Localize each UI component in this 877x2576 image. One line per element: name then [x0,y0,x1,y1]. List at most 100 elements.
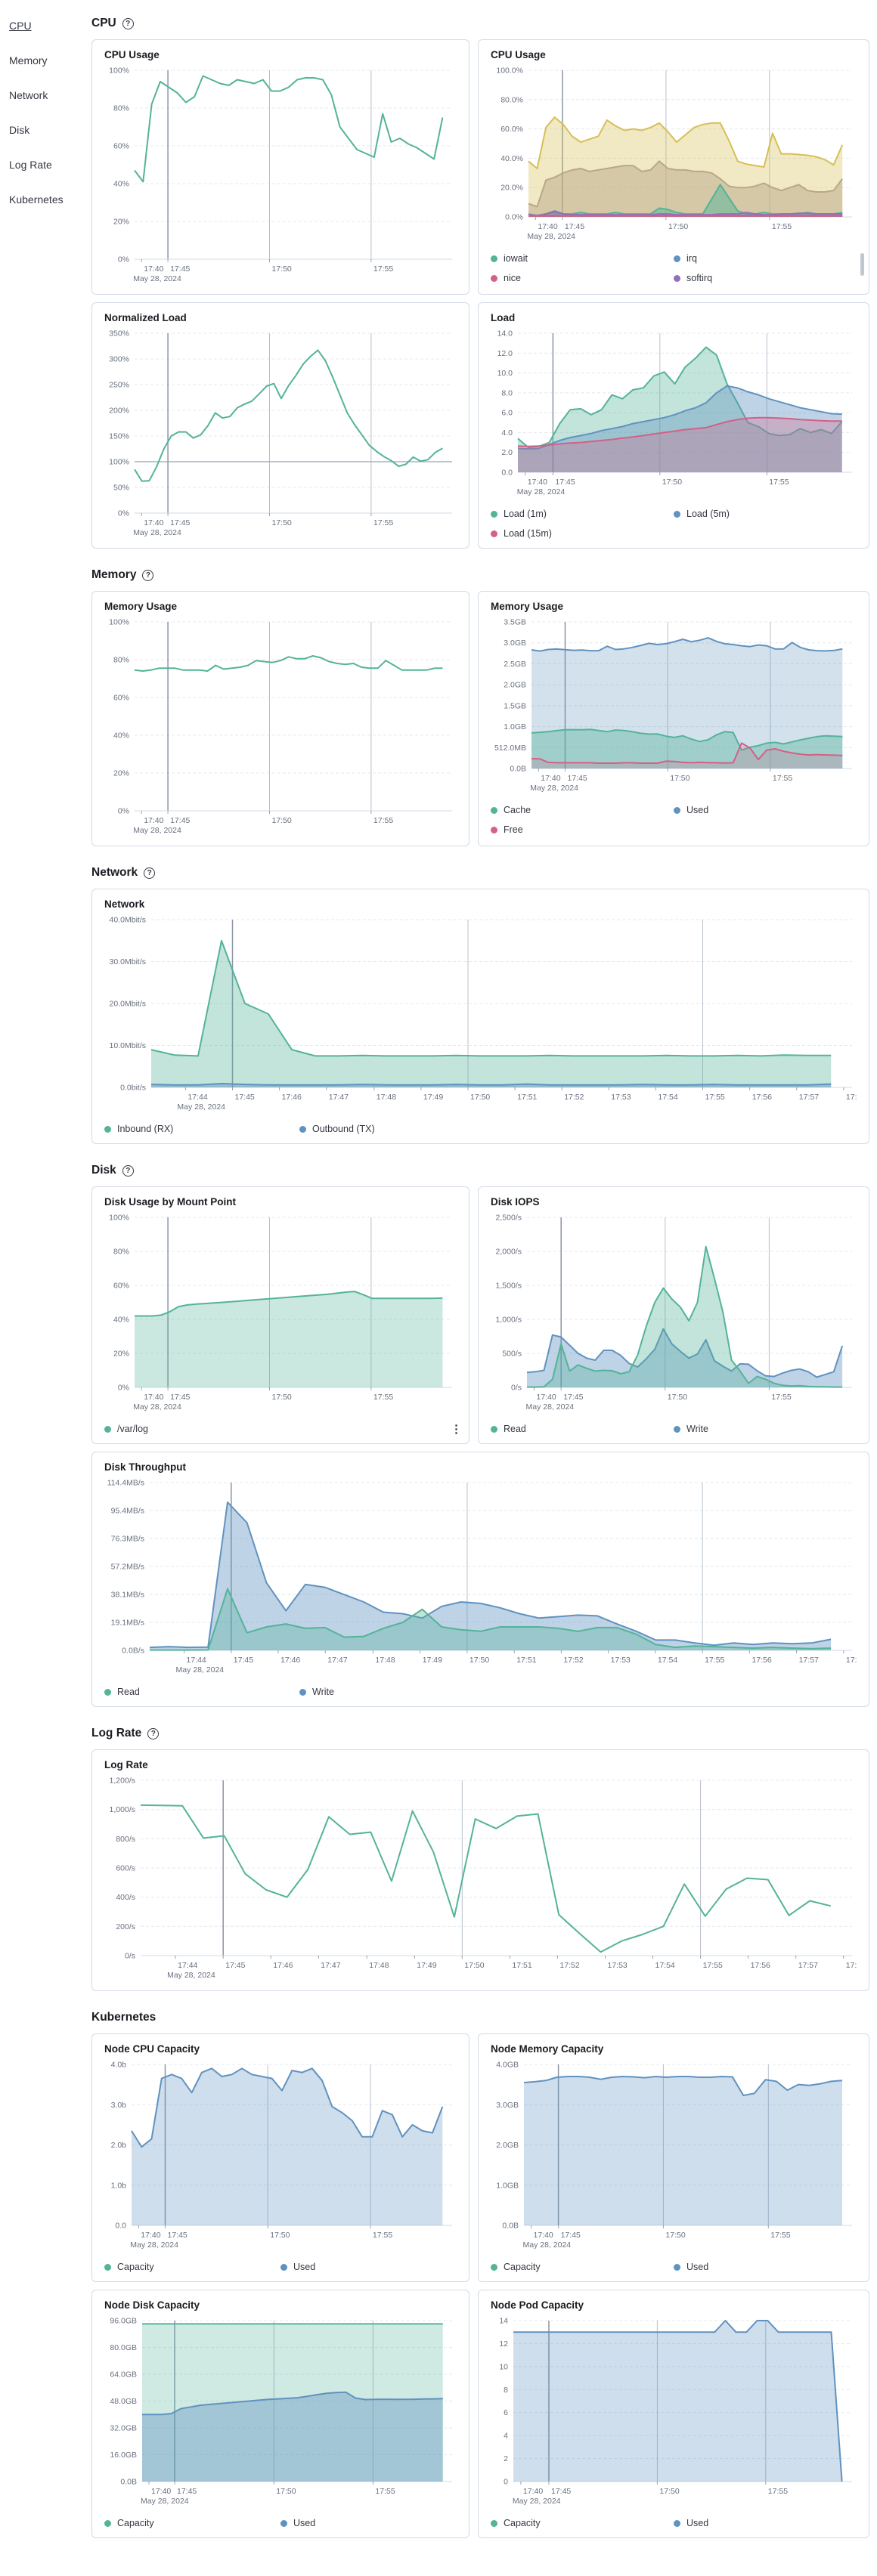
sidebar-item-cpu[interactable]: CPU [9,20,91,32]
svg-text:17:54: 17:54 [658,1656,677,1665]
cpu-usage-chart[interactable]: 100% 80% 60% 40% 20% 0% 17:40 May 28, 2024 17:45… [104,66,457,285]
network-chart[interactable]: 40.0Mbit/s 30.0Mbit/s 20.0Mbit/s 10.0Mbit/s… [104,916,857,1113]
svg-text:May 28, 2024: May 28, 2024 [527,232,575,241]
legend-item-used[interactable]: Used [280,2518,451,2528]
disk-usage-chart[interactable]: 100% 80% 60% 40% 20% 0% 17:40 May 28, 2024 17:45… [104,1214,457,1413]
legend-item-capacity[interactable]: Capacity [491,2518,668,2528]
svg-text:40.0%: 40.0% [500,154,523,163]
chart-svg: 100% 80% 60% 40% 20% 0% 17:40May 28, 202417:45… [109,618,452,835]
svg-text:40.0Mbit/s: 40.0Mbit/s [110,916,146,925]
svg-text:17:45: 17:45 [170,518,190,527]
load-chart[interactable]: 14.0 12.0 10.0 8.0 6.0 4.0 2.0 0.0 17:40 May 28, … [491,329,857,498]
section-title: CPU [91,17,116,29]
help-icon[interactable]: ? [142,569,154,581]
legend-item-used[interactable]: Used [674,2518,851,2528]
node-disk-capacity-chart[interactable]: 96.0GB 80.0GB 64.0GB 48.0GB 32.0GB 16.0GB 0.0B… [104,2317,457,2507]
legend-item-irq[interactable]: irq [674,253,851,264]
legend-item-read[interactable]: Read [104,1687,293,1697]
svg-text:17:40: 17:40 [534,2231,553,2240]
svg-text:17:48: 17:48 [377,1093,396,1102]
legend-item-outbound-tx[interactable]: Outbound (TX) [299,1124,488,1134]
panel-title: Load [491,312,516,323]
svg-text:17:57: 17:57 [799,1093,819,1102]
svg-text:0.0B: 0.0B [510,765,526,774]
panel-title: Node Disk Capacity [104,2299,200,2311]
legend-item-read[interactable]: Read [491,1424,668,1434]
legend-item-free[interactable]: Free [491,824,668,835]
svg-text:May 28, 2024: May 28, 2024 [133,1402,181,1412]
section-header-cpu: CPU ? [91,17,869,30]
svg-text:May 28, 2024: May 28, 2024 [176,1665,225,1675]
node-cpu-capacity-chart[interactable]: 4.0b 3.0b 2.0b 1.0b 0.0 17:40 May 28, 2024 17:4… [104,2061,457,2251]
legend-item-cache[interactable]: Cache [491,805,668,815]
legend-item-used[interactable]: Used [280,2262,451,2272]
node-memory-capacity-chart[interactable]: 4.0GB 3.0GB 2.0GB 1.0GB 0.0B 17:40 May 28, 202… [491,2061,857,2251]
svg-text:17:52: 17:52 [559,1961,579,1970]
svg-text:1.0GB: 1.0GB [496,2181,519,2190]
legend-item-inbound-rx[interactable]: Inbound (RX) [104,1124,293,1134]
svg-text:17:45: 17:45 [225,1961,245,1970]
help-icon[interactable]: ? [122,1164,134,1177]
svg-text:2.0GB: 2.0GB [504,681,526,690]
cpu-usage-breakdown-chart[interactable]: 100.0% 80.0% 60.0% 40.0% 20.0% 0.0% 17:40 May 2… [491,66,857,243]
legend-label: iowait [504,253,528,264]
svg-text:600/s: 600/s [116,1864,135,1873]
svg-text:76.3MB/s: 76.3MB/s [111,1534,144,1543]
svg-text:May 28, 2024: May 28, 2024 [523,2240,572,2250]
legend-item-load-5m[interactable]: Load (5m) [674,509,851,519]
legend-item-capacity[interactable]: Capacity [104,2518,274,2528]
series-dot-icon [299,1688,306,1696]
normalized-load-chart[interactable]: 350% 300% 250% 200% 150% 100% 50% 0% 17:40 May 28… [104,329,457,539]
svg-text:350%: 350% [109,329,129,339]
chart-svg: 2,500/s 2,000/s 1,500/s 1,000/s 500/s 0/s 17:4… [496,1214,852,1412]
disk-throughput-chart[interactable]: 114.4MB/s 95.4MB/s 76.3MB/s 57.2MB/s 38.1MB/… [104,1479,857,1676]
svg-text:17:56: 17:56 [751,1656,771,1665]
legend-item-load-1m[interactable]: Load (1m) [491,509,668,519]
legend-item-var-log[interactable]: /var/log [104,1424,274,1434]
legend-item-write[interactable]: Write [674,1424,851,1434]
svg-text:12: 12 [499,2339,508,2349]
memory-usage-chart[interactable]: 100% 80% 60% 40% 20% 0% 17:40 May 28, 2024 17:45… [104,618,457,837]
svg-text:4.0: 4.0 [501,428,513,438]
help-icon[interactable]: ? [122,17,134,29]
memory-usage-panel: Memory Usage 100% 80% 60% 40% 20% 0% 17:40 May … [91,591,469,846]
sidebar-item-disk[interactable]: Disk [9,124,91,136]
node-pod-capacity-chart[interactable]: 14 12 10 8 6 4 2 0 17:40 May 28, 2024 17:45 17:50 17… [491,2317,857,2507]
legend-item-iowait[interactable]: iowait [491,253,668,264]
svg-text:17:45: 17:45 [563,1393,583,1402]
disk-iops-chart[interactable]: 2,500/s 2,000/s 1,500/s 1,000/s 500/s 0/s 17:4… [491,1214,857,1413]
legend-item-softirq[interactable]: softirq [674,273,851,283]
legend-item-used[interactable]: Used [674,805,851,815]
legend-item-capacity[interactable]: Capacity [491,2262,668,2272]
help-icon[interactable]: ? [147,1727,160,1739]
svg-text:150%: 150% [109,432,129,441]
series-dot-icon [104,2519,111,2527]
svg-text:May 28, 2024: May 28, 2024 [530,784,578,793]
svg-text:17:51: 17:51 [512,1961,531,1970]
legend-item-write[interactable]: Write [299,1687,488,1697]
legend-item-capacity[interactable]: Capacity [104,2262,274,2272]
chart-svg: 14.0 12.0 10.0 8.0 6.0 4.0 2.0 0.0 17:40May 28, … [497,329,852,496]
svg-text:10.0Mbit/s: 10.0Mbit/s [110,1041,146,1050]
svg-text:2.0: 2.0 [501,448,513,457]
legend-label: Capacity [504,2518,541,2528]
help-icon[interactable]: ? [144,867,156,879]
svg-text:17:50: 17:50 [272,264,292,274]
legend-item-used[interactable]: Used [674,2262,851,2272]
svg-text:17:46: 17:46 [273,1961,293,1970]
legend-item-nice[interactable]: nice [491,273,668,283]
sidebar-item-memory[interactable]: Memory [9,54,91,66]
legend-label: Used [686,2518,709,2528]
legend-label: Write [686,1424,708,1434]
sidebar-item-kubernetes[interactable]: Kubernetes [9,193,91,206]
sidebar-item-network[interactable]: Network [9,89,91,101]
log-rate-chart[interactable]: 1,200/s 1,000/s 800/s 600/s 400/s 200/s 0/s 17:… [104,1777,857,1981]
svg-text:95.4MB/s: 95.4MB/s [111,1506,144,1515]
section-log-rate: Log Rate ? Log Rate 1,200/s 1,000/s 800/s 6… [91,1727,869,1991]
sidebar-item-log-rate[interactable]: Log Rate [9,159,91,171]
memory-usage-breakdown-chart[interactable]: 3.5GB 3.0GB 2.5GB 2.0GB 1.5GB 1.0GB 512.0MB 0.0… [491,618,857,794]
svg-text:2,500/s: 2,500/s [496,1214,522,1223]
legend-item-load-15m[interactable]: Load (15m) [491,528,668,539]
legend-scrollbar[interactable] [860,253,864,276]
panel-options-icon[interactable]: ⋮ [451,1424,462,1435]
